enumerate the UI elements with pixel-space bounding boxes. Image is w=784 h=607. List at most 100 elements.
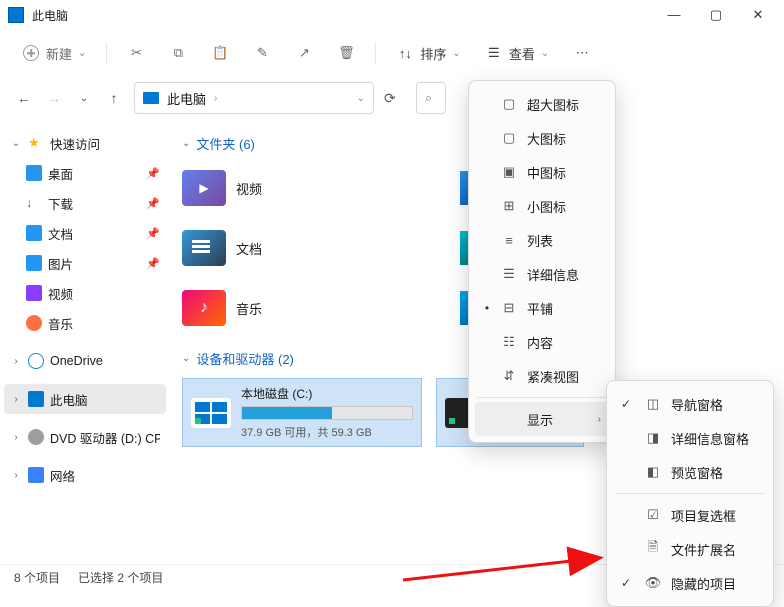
sidebar-item-onedrive[interactable]: › OneDrive xyxy=(4,346,166,376)
menu-item-list[interactable]: ≡列表 xyxy=(475,223,609,257)
menu-item-large[interactable]: ▢大图标 xyxy=(475,121,609,155)
sort-button[interactable]: ↑↓ 排序 ⌄ xyxy=(388,38,468,69)
new-button[interactable]: 新建 ⌄ xyxy=(14,38,94,69)
sidebar-item-downloads[interactable]: ↓ 下载 📌 xyxy=(4,188,166,218)
recent-dropdown[interactable]: ⌄ xyxy=(74,93,94,104)
menu-item-medium[interactable]: ▣中图标 xyxy=(475,155,609,189)
address-bar[interactable]: 此电脑 › ⌄ xyxy=(134,82,374,114)
usage-bar xyxy=(241,406,413,420)
refresh-button[interactable]: ⟳ xyxy=(384,90,396,107)
plus-icon xyxy=(22,44,40,62)
chevron-right-icon: › xyxy=(10,432,22,443)
forward-button[interactable]: → xyxy=(44,90,64,106)
view-button[interactable]: ☰ 查看 ⌄ xyxy=(477,38,557,69)
window-title: 此电脑 xyxy=(32,7,664,24)
details-icon: ☰ xyxy=(501,266,517,282)
copy-icon: ⧉ xyxy=(169,44,187,62)
sidebar-item-pictures[interactable]: 图片 📌 xyxy=(4,248,166,278)
sidebar-item-label: 网络 xyxy=(50,466,160,485)
app-icon xyxy=(8,7,24,23)
video-icon xyxy=(26,285,42,301)
view-label: 查看 xyxy=(509,44,535,63)
sidebar-item-label: 此电脑 xyxy=(50,390,160,409)
menu-item-checkboxes[interactable]: ☑项目复选框 xyxy=(613,498,767,532)
chevron-right-icon: › xyxy=(10,356,22,367)
trash-icon: 🗑 xyxy=(337,44,355,62)
menu-item-details-pane[interactable]: ◨详细信息窗格 xyxy=(613,421,767,455)
new-label: 新建 xyxy=(46,44,72,63)
minimize-button[interactable]: — xyxy=(664,7,684,23)
folder-label: 视频 xyxy=(236,179,262,198)
paste-button[interactable]: 📋 xyxy=(203,38,237,68)
drive-subtitle: 37.9 GB 可用，共 59.3 GB xyxy=(241,424,413,440)
menu-item-show[interactable]: 显示› xyxy=(475,402,609,436)
chevron-down-icon: ⌄ xyxy=(182,138,190,149)
chevron-right-icon: › xyxy=(10,470,22,481)
up-button[interactable]: ↑ xyxy=(104,90,124,106)
rename-button[interactable]: ✎ xyxy=(245,38,279,68)
copy-button[interactable]: ⧉ xyxy=(161,38,195,68)
sidebar-item-dvd[interactable]: › DVD 驱动器 (D:) CP xyxy=(4,422,166,452)
sidebar-item-desktop[interactable]: 桌面 📌 xyxy=(4,158,166,188)
breadcrumb: 此电脑 xyxy=(167,89,206,108)
menu-item-tiles[interactable]: •⊟平铺 xyxy=(475,291,609,325)
tiles-icon: ⊟ xyxy=(501,300,517,316)
search-box[interactable]: ⌕ xyxy=(416,82,446,114)
back-button[interactable]: ← xyxy=(14,90,34,106)
sidebar-item-videos[interactable]: 视频 xyxy=(4,278,166,308)
toolbar: 新建 ⌄ ✂ ⧉ 📋 ✎ ↗ 🗑 ↑↓ 排序 ⌄ ☰ 查看 ⌄ ⋯ xyxy=(0,30,784,76)
chevron-down-icon: ⌄ xyxy=(452,48,460,59)
chevron-down-icon: ⌄ xyxy=(10,138,22,149)
drive-item-c[interactable]: 本地磁盘 (C:) 37.9 GB 可用，共 59.3 GB xyxy=(182,378,422,447)
sidebar-item-music[interactable]: 音乐 xyxy=(4,308,166,338)
pin-icon: 📌 xyxy=(146,227,160,240)
folder-icon xyxy=(182,290,226,326)
section-title: 设备和驱动器 (2) xyxy=(196,349,294,368)
close-button[interactable]: ✕ xyxy=(748,7,768,23)
sidebar-item-quick-access[interactable]: ⌄ ★ 快速访问 xyxy=(4,128,166,158)
content-icon: ☷ xyxy=(501,334,517,350)
cloud-icon xyxy=(28,353,44,369)
sidebar-item-label: 快速访问 xyxy=(50,134,160,153)
menu-item-small[interactable]: ⊞小图标 xyxy=(475,189,609,223)
share-button[interactable]: ↗ xyxy=(287,38,321,68)
menu-item-hidden[interactable]: ✓👁隐藏的项目 xyxy=(613,566,767,600)
cut-button[interactable]: ✂ xyxy=(119,38,153,68)
rename-icon: ✎ xyxy=(253,44,271,62)
more-icon: ⋯ xyxy=(573,44,591,62)
sidebar-item-network[interactable]: › 网络 xyxy=(4,460,166,490)
document-icon xyxy=(26,225,42,241)
folder-icon xyxy=(182,230,226,266)
network-icon xyxy=(28,467,44,483)
menu-item-nav-pane[interactable]: ✓◫导航窗格 xyxy=(613,387,767,421)
menu-item-extensions[interactable]: 🗎文件扩展名 xyxy=(613,532,767,566)
drive-title: 本地磁盘 (C:) xyxy=(241,385,413,402)
delete-button[interactable]: 🗑 xyxy=(329,38,363,68)
star-icon: ★ xyxy=(28,135,44,151)
menu-item-extra-large[interactable]: ▢超大图标 xyxy=(475,87,609,121)
menu-item-compact[interactable]: ⇵紧凑视图 xyxy=(475,359,609,393)
sidebar-item-documents[interactable]: 文档 📌 xyxy=(4,218,166,248)
eye-icon: 👁 xyxy=(645,575,661,591)
disc-icon xyxy=(28,429,44,445)
sidebar-item-label: 文档 xyxy=(48,224,140,243)
grid-icon: ▢ xyxy=(501,96,517,112)
menu-item-content[interactable]: ☷内容 xyxy=(475,325,609,359)
navbar: ← → ⌄ ↑ 此电脑 › ⌄ ⟳ ⌕ xyxy=(0,76,784,120)
more-button[interactable]: ⋯ xyxy=(565,38,599,68)
sidebar-item-this-pc[interactable]: › 此电脑 xyxy=(4,384,166,414)
maximize-button[interactable]: ▢ xyxy=(706,7,726,23)
view-icon: ☰ xyxy=(485,44,503,62)
chevron-right-icon: › xyxy=(10,394,22,405)
grid-icon: ▢ xyxy=(501,130,517,146)
search-icon: ⌕ xyxy=(425,90,432,106)
crumb-chevron-icon: › xyxy=(214,93,217,104)
view-menu: ▢超大图标 ▢大图标 ▣中图标 ⊞小图标 ≡列表 ☰详细信息 •⊟平铺 ☷内容 … xyxy=(468,80,616,443)
address-dropdown-icon[interactable]: ⌄ xyxy=(357,93,365,104)
pin-icon: 📌 xyxy=(146,167,160,180)
windows-icon xyxy=(191,398,231,428)
menu-item-details[interactable]: ☰详细信息 xyxy=(475,257,609,291)
folder-label: 音乐 xyxy=(236,299,262,318)
menu-item-preview-pane[interactable]: ◧预览窗格 xyxy=(613,455,767,489)
pane-icon: ◫ xyxy=(645,396,661,412)
